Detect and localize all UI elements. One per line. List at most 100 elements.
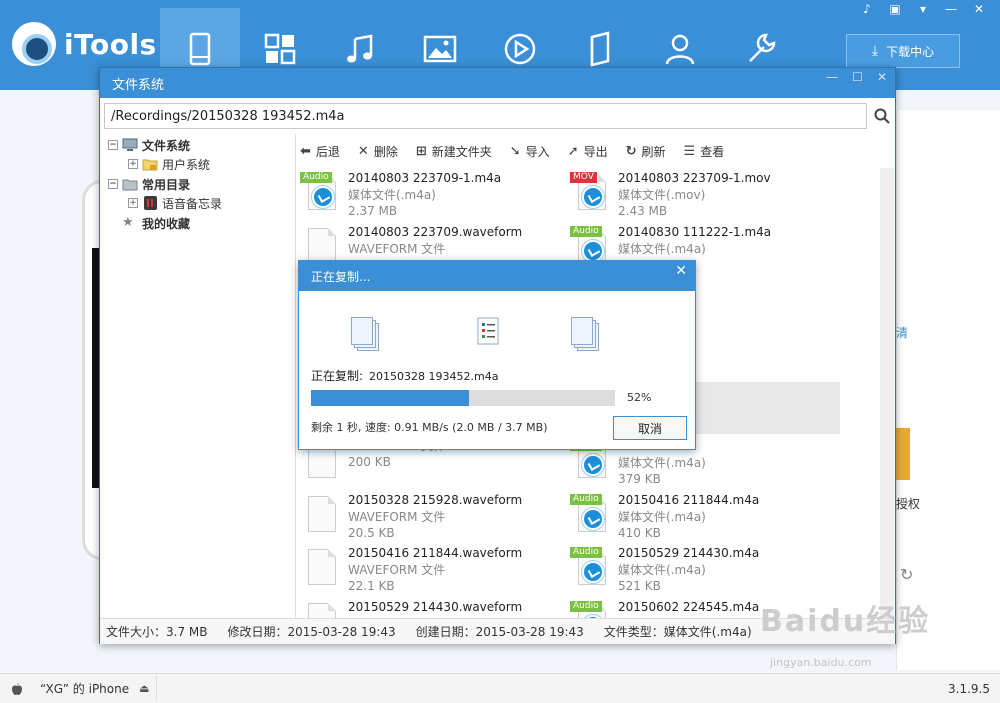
contacts-icon — [665, 34, 695, 65]
file-toolbar: ⬅ 后退 ✕ 删除 ⊞ 新建文件夹 ➘ 导入 ➚ 导出 ↻ 刷新 ☰ 查看 — [300, 138, 890, 164]
file-badge: Audio — [570, 493, 602, 505]
file-item[interactable]: Audio 20150529 214430.m4a 媒体文件(.m4a) 521 KB — [570, 543, 840, 595]
tree-item-voice-memo[interactable]: + 语音备忘录 — [128, 194, 222, 212]
folder-tree: − 文件系统 + 用户系统 − 常用目录 + 语音备忘录 ★ 我的收藏 — [104, 134, 296, 618]
file-system-titlebar: 文件系统 — [100, 68, 895, 98]
video-icon — [504, 33, 536, 65]
tree-item-favorites[interactable]: ★ 我的收藏 — [108, 214, 190, 232]
view-button[interactable]: ☰ 查看 — [684, 143, 725, 160]
itools-logo-icon — [12, 22, 56, 66]
status-bar: “XG” 的 iPhone ⏏ 3.1.9.5 — [0, 673, 1000, 703]
fs-window-controls: — ☐ ✕ — [826, 70, 887, 84]
view-icon: ☰ — [683, 143, 696, 159]
import-icon: ➘ — [509, 143, 521, 159]
tree-item-common[interactable]: − 常用目录 — [108, 175, 190, 193]
file-item[interactable]: 20150416 211844.waveform WAVEFORM 文件 22.1 … — [300, 543, 570, 595]
file-name: 20140803 223709-1.mov — [618, 171, 771, 185]
right-panel-link[interactable]: 清 — [896, 324, 908, 341]
close-icon[interactable]: ✕ — [972, 2, 986, 16]
file-size: 22.1 KB — [348, 579, 395, 594]
target-documents-icon — [571, 317, 599, 353]
file-badge: MOV — [570, 172, 597, 183]
file-type: WAVEFORM 文件 — [348, 509, 446, 524]
export-icon: ➚ — [567, 143, 579, 159]
file-item[interactable]: 20150529 214430.waveform — [300, 597, 570, 618]
delete-icon: ✕ — [357, 143, 369, 159]
file-size: 410 KB — [618, 525, 661, 540]
file-name: 20150416 211844.m4a — [618, 492, 760, 507]
download-center-label: 下载中心 — [886, 44, 935, 59]
music-icon — [347, 34, 373, 63]
tree-item-filesystem[interactable]: − 文件系统 — [108, 136, 190, 154]
file-size: 521 KB — [618, 579, 661, 594]
transfer-document-icon — [477, 317, 505, 353]
refresh-button[interactable]: ↻ 刷新 — [626, 143, 666, 160]
file-name: 20150529 214430.m4a — [618, 546, 760, 561]
source-documents-icon — [351, 317, 379, 353]
modified-date-info: 修改日期：2015-03-28 19:43 — [227, 625, 396, 639]
document-file-icon — [300, 601, 340, 618]
copy-progress-percent: 52% — [627, 391, 652, 404]
copy-dialog-close-icon[interactable]: ✕ — [675, 263, 687, 279]
file-size: 379 KB — [618, 472, 661, 486]
new-folder-button[interactable]: ⊞ 新建文件夹 — [416, 143, 492, 160]
audio-file-icon: Audio — [570, 547, 610, 591]
device-name[interactable]: “XG” 的 iPhone — [40, 680, 129, 697]
collapse-icon[interactable]: − — [108, 179, 118, 189]
baidu-watermark-url: jingyan.baidu.com — [770, 656, 872, 669]
file-item[interactable]: 20150328 215928.waveform WAVEFORM 文件 20.5 … — [300, 490, 570, 542]
eject-icon[interactable]: ⏏ — [139, 682, 149, 695]
copying-filename: 20150328 193452.m4a — [369, 370, 499, 383]
version-label: 3.1.9.5 — [948, 682, 990, 696]
file-name: 20150328 215928.waveform — [348, 492, 523, 507]
file-item[interactable]: Audio 20140803 223709-1.m4a 媒体文件(.m4a) 2.37… — [300, 168, 570, 220]
photo-icon — [423, 35, 457, 63]
import-button[interactable]: ➘ 导入 — [510, 143, 550, 160]
right-panel-auth[interactable]: 授权 — [896, 495, 920, 512]
file-grid-scrollbar[interactable] — [880, 168, 894, 618]
copying-label: 正在复制: 20150328 193452.m4a — [311, 369, 499, 383]
collapse-icon[interactable]: − — [108, 140, 118, 150]
copy-progress-fill — [311, 390, 470, 406]
menu-icon[interactable]: ▾ — [916, 2, 930, 16]
fs-close-icon[interactable]: ✕ — [877, 70, 887, 84]
file-item[interactable]: MOV 20140803 223709-1.mov 媒体文件(.mov) 2.43 M… — [570, 168, 840, 220]
delete-button[interactable]: ✕ 删除 — [358, 143, 398, 160]
fs-minimize-icon[interactable]: — — [826, 70, 838, 84]
folder-icon — [122, 179, 138, 191]
refresh-bg-icon[interactable]: ↻ — [900, 565, 913, 584]
new-folder-icon: ⊞ — [415, 143, 427, 159]
file-type: WAVEFORM 文件 — [348, 563, 446, 578]
file-name: 20150529 214430.waveform — [348, 599, 523, 614]
cancel-button[interactable]: 取消 — [613, 416, 687, 440]
app-logo: iTools — [12, 22, 157, 66]
search-button[interactable] — [870, 103, 894, 129]
file-type: 媒体文件(.mov) — [618, 188, 706, 202]
copy-dialog-titlebar: 正在复制... — [299, 261, 695, 291]
book-icon — [590, 31, 610, 67]
minimize-icon[interactable]: — — [944, 2, 958, 16]
path-input[interactable]: /Recordings/20150328 193452.m4a — [104, 103, 867, 129]
apple-icon — [12, 682, 22, 695]
back-arrow-icon: ⬅ — [300, 143, 311, 159]
star-icon: ★ — [122, 215, 134, 230]
tree-item-user-system[interactable]: + 用户系统 — [128, 155, 210, 173]
fs-maximize-icon[interactable]: ☐ — [852, 70, 863, 84]
tools-icon — [749, 33, 776, 62]
expand-icon[interactable]: + — [128, 159, 138, 169]
right-panel-banner — [896, 428, 910, 480]
music-mini-icon[interactable]: ♪ — [860, 2, 874, 16]
audio-file-icon: Audio — [570, 493, 610, 538]
right-panel — [896, 110, 1000, 670]
locked-folder-icon — [142, 159, 158, 171]
expand-icon[interactable]: + — [128, 198, 138, 208]
file-type: 媒体文件(.m4a) — [618, 241, 706, 256]
download-center-button[interactable]: ⤓ 下载中心 — [846, 34, 960, 68]
export-button[interactable]: ➚ 导出 — [568, 143, 608, 160]
voice-memo-icon — [144, 196, 157, 210]
file-item[interactable]: Audio 20150416 211844.m4a 媒体文件(.m4a) 410 KB — [570, 490, 840, 542]
copy-progress-bar — [311, 390, 615, 406]
skin-icon[interactable]: ▣ — [888, 2, 902, 16]
back-button[interactable]: ⬅ 后退 — [300, 143, 340, 160]
document-file-icon — [300, 547, 340, 591]
